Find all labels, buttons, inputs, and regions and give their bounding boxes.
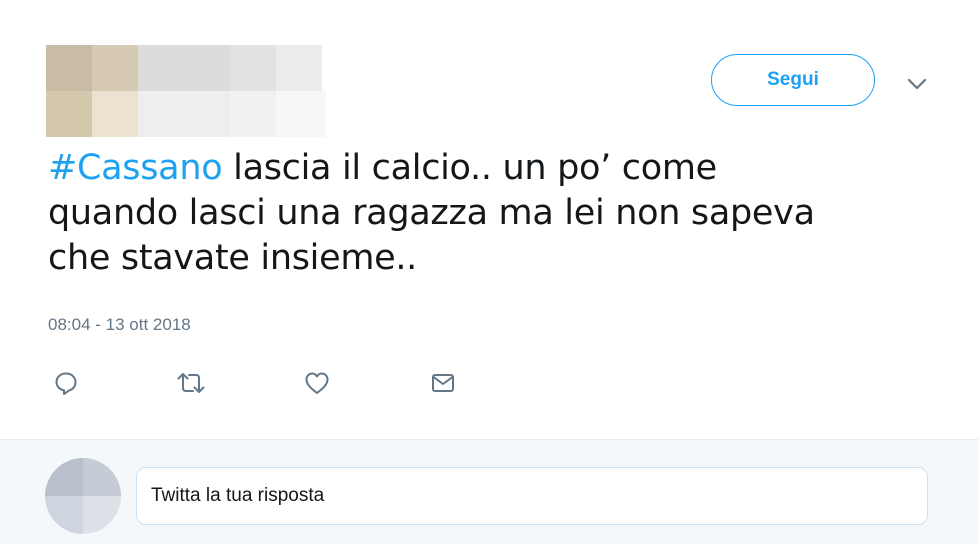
tweet-actions: [48, 365, 548, 401]
reply-icon: [55, 372, 77, 395]
envelope-icon: [432, 374, 454, 392]
heart-icon: [305, 372, 329, 394]
blurred-author-avatar-and-name[interactable]: [46, 45, 346, 140]
reply-button[interactable]: [48, 365, 84, 401]
tweet-timestamp[interactable]: 08:04 - 13 ott 2018: [48, 315, 191, 335]
direct-message-button[interactable]: [425, 365, 461, 401]
follow-button[interactable]: Segui: [711, 54, 875, 106]
reply-composer: Twitta la tua risposta: [0, 439, 978, 544]
retweet-icon: [177, 373, 205, 393]
tweet-text-line-1: #Cassano lascia il calcio.. un po’ come: [48, 146, 928, 191]
reply-input[interactable]: Twitta la tua risposta: [136, 467, 928, 525]
follow-button-label: Segui: [767, 69, 819, 90]
tweet-header: Segui: [0, 0, 978, 150]
tweet-text-line-3: che stavate insieme..: [48, 238, 418, 278]
tweet-text-line-1-rest: lascia il calcio.. un po’ come: [222, 148, 717, 188]
hashtag-link[interactable]: #Cassano: [48, 148, 223, 188]
like-button[interactable]: [299, 365, 335, 401]
current-user-avatar: [45, 458, 121, 534]
retweet-button[interactable]: [173, 365, 209, 401]
tweet-text: #Cassano lascia il calcio.. un po’ come …: [48, 146, 928, 281]
chevron-down-icon[interactable]: [904, 71, 930, 97]
tweet-text-line-2: quando lasci una ragazza ma lei non sape…: [48, 193, 815, 233]
